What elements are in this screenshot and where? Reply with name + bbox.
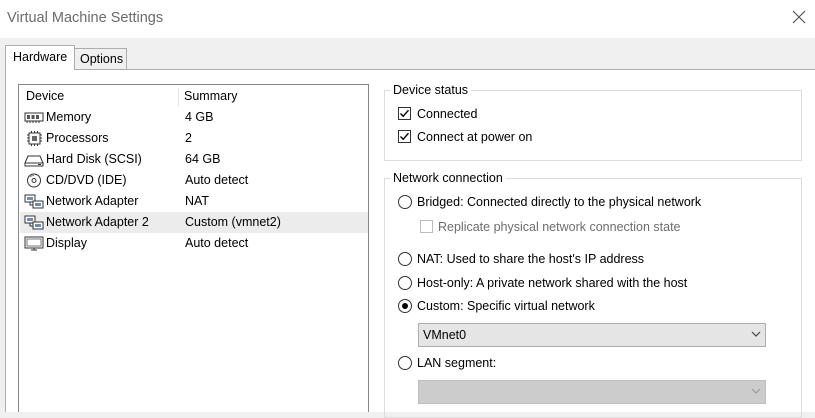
connected-checkbox[interactable] <box>398 107 411 120</box>
custom-network-dropdown[interactable]: VMnet0 <box>418 323 766 347</box>
connect-at-power-on-checkbox[interactable] <box>398 130 411 143</box>
device-row-processors[interactable]: Processors 2 <box>20 128 368 149</box>
custom-network-value: VMnet0 <box>423 328 467 342</box>
column-divider <box>178 88 179 106</box>
device-row-cd-dvd[interactable]: CD/DVD (IDE) Auto detect <box>20 170 368 191</box>
close-icon[interactable] <box>791 9 807 25</box>
device-name: Processors <box>46 131 109 145</box>
device-status-group <box>384 90 802 161</box>
hard-disk-icon <box>24 152 44 167</box>
chevron-down-icon <box>751 388 761 394</box>
display-icon <box>24 236 44 251</box>
connected-label[interactable]: Connected <box>417 107 477 121</box>
tab-options[interactable]: Options <box>75 48 127 70</box>
lan-segment-dropdown[interactable] <box>418 380 766 404</box>
device-summary: Auto detect <box>185 173 249 187</box>
host-only-radio[interactable] <box>398 276 412 290</box>
nat-label[interactable]: NAT: Used to share the host's IP address <box>417 252 644 266</box>
chevron-down-icon <box>751 331 761 337</box>
device-summary: NAT <box>185 194 210 208</box>
device-row-hard-disk[interactable]: Hard Disk (SCSI) 64 GB <box>20 149 368 170</box>
radio-selected-dot <box>402 303 408 309</box>
device-summary: 2 <box>185 131 192 145</box>
device-name: Network Adapter 2 <box>46 215 149 229</box>
device-name: Memory <box>46 110 92 124</box>
device-row-network-adapter[interactable]: Network Adapter NAT <box>20 191 368 212</box>
network-connection-title: Network connection <box>390 171 506 185</box>
column-header-device[interactable]: Device <box>26 89 64 103</box>
device-summary: 64 GB <box>185 152 221 166</box>
custom-radio[interactable] <box>398 299 412 313</box>
window-title: Virtual Machine Settings <box>7 10 164 26</box>
bridged-label[interactable]: Bridged: Connected directly to the physi… <box>417 195 701 209</box>
title-bar: Virtual Machine Settings <box>0 0 815 38</box>
device-name: CD/DVD (IDE) <box>46 173 127 187</box>
device-name: Hard Disk (SCSI) <box>46 152 142 166</box>
host-only-label[interactable]: Host-only: A private network shared with… <box>417 276 687 290</box>
replicate-state-label[interactable]: Replicate physical network connection st… <box>438 220 681 234</box>
device-list[interactable]: Device Summary Memory 4 GB Processors 2 … <box>18 84 369 412</box>
device-status-title: Device status <box>390 83 472 97</box>
device-row-display[interactable]: Display Auto detect <box>20 233 368 254</box>
network-adapter-icon <box>24 215 44 230</box>
cd-dvd-icon <box>24 173 44 188</box>
connect-at-power-on-label[interactable]: Connect at power on <box>417 130 532 144</box>
replicate-state-checkbox[interactable] <box>420 220 433 233</box>
lan-segment-radio[interactable] <box>398 356 412 370</box>
device-summary: Custom (vmnet2) <box>185 215 281 229</box>
memory-icon <box>24 110 44 125</box>
device-row-memory[interactable]: Memory 4 GB <box>20 107 368 128</box>
processor-icon <box>24 131 44 146</box>
device-row-network-adapter-2[interactable]: Network Adapter 2 Custom (vmnet2) <box>20 212 368 233</box>
lan-segment-label[interactable]: LAN segment: <box>417 356 496 370</box>
device-summary: 4 GB <box>185 110 214 124</box>
device-summary: Auto detect <box>185 236 249 250</box>
tab-hardware[interactable]: Hardware <box>5 45 75 70</box>
column-header-summary[interactable]: Summary <box>184 89 237 103</box>
device-name: Network Adapter <box>46 194 139 208</box>
nat-radio[interactable] <box>398 252 412 266</box>
network-adapter-icon <box>24 194 44 209</box>
custom-label[interactable]: Custom: Specific virtual network <box>417 299 595 313</box>
device-name: Display <box>46 236 87 250</box>
bridged-radio[interactable] <box>398 195 412 209</box>
